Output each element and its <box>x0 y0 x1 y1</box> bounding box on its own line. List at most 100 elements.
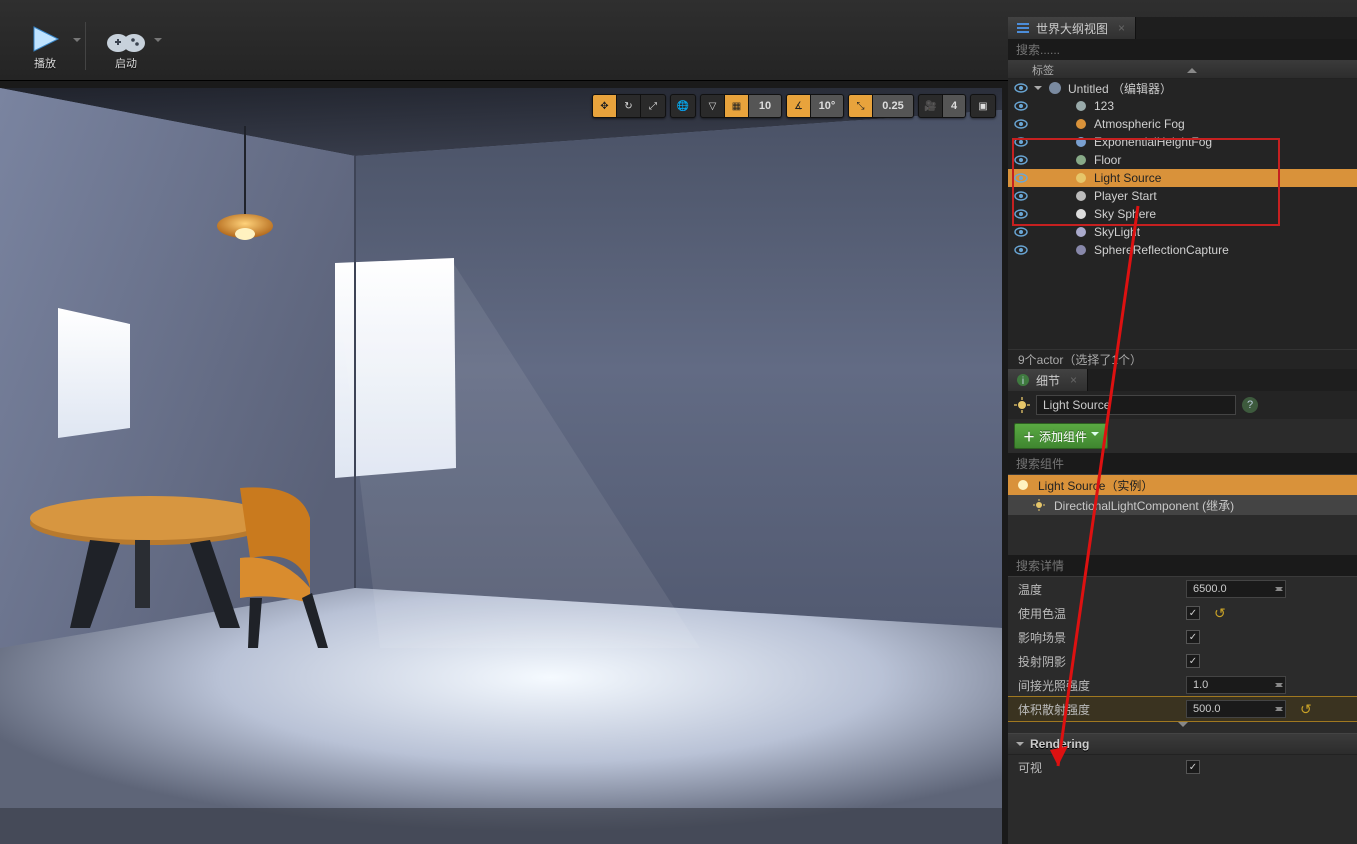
revert-icon[interactable]: ↺ <box>1214 605 1226 622</box>
outliner-root-row[interactable]: Untitled （编辑器） <box>1008 79 1357 97</box>
angle-snap-value[interactable]: 10° <box>811 95 843 117</box>
outliner-item[interactable]: Sky Sphere <box>1008 205 1357 223</box>
outliner-status: 9个actor（选择了1个） <box>1008 349 1357 369</box>
surface-snap-button[interactable]: ▽ <box>701 95 725 117</box>
component-search-input[interactable] <box>1008 453 1357 474</box>
actor-icon <box>1074 207 1088 221</box>
world-icon <box>1048 81 1062 95</box>
outliner-item[interactable]: Atmospheric Fog <box>1008 115 1357 133</box>
visibility-eye-icon[interactable] <box>1014 225 1028 239</box>
list-icon <box>1016 21 1030 35</box>
launch-button[interactable]: 启动 <box>96 16 156 80</box>
close-icon[interactable]: × <box>1070 373 1077 387</box>
prop-visible: 可视 <box>1008 755 1357 779</box>
checkbox[interactable] <box>1186 630 1200 644</box>
prop-label: 投射阴影 <box>1018 653 1178 670</box>
transform-move-button[interactable]: ✥ <box>593 95 617 117</box>
prop-label: 温度 <box>1018 581 1178 598</box>
outliner-tabbar: 世界大纲视图 × <box>1008 17 1357 39</box>
coord-space-button[interactable]: 🌐 <box>671 95 695 117</box>
visibility-eye-icon[interactable] <box>1014 243 1028 257</box>
prop-value-input[interactable]: 1.0 <box>1186 676 1286 694</box>
grid-snap-value[interactable]: 10 <box>749 95 781 117</box>
add-component-button[interactable]: ＋添加组件 <box>1014 423 1108 449</box>
prop-value-input[interactable]: 500.0 <box>1186 700 1286 718</box>
expand-more-icon[interactable] <box>1008 721 1357 733</box>
outliner-item[interactable]: 123 <box>1008 97 1357 115</box>
directional-light-icon <box>1032 498 1046 512</box>
category-rendering[interactable]: Rendering <box>1008 733 1357 755</box>
outliner-item[interactable]: SkyLight <box>1008 223 1357 241</box>
gamepad-icon <box>106 25 146 53</box>
visibility-eye-icon[interactable] <box>1014 207 1028 221</box>
camera-speed-value[interactable]: 4 <box>943 95 965 117</box>
visibility-eye-icon[interactable] <box>1014 117 1028 131</box>
help-icon[interactable]: ? <box>1242 397 1258 413</box>
actor-icon <box>1074 153 1088 167</box>
visibility-eye-icon[interactable] <box>1014 135 1028 149</box>
prop-volumetric-scatter-intensity: 体积散射强度 500.0 ↺ <box>1008 697 1357 721</box>
visibility-eye-icon[interactable] <box>1014 171 1028 185</box>
outliner-item[interactable]: SphereReflectionCapture <box>1008 241 1357 259</box>
scale-snap-value[interactable]: 0.25 <box>873 95 913 117</box>
prop-value-input[interactable]: 6500.0 <box>1186 580 1286 598</box>
checkbox[interactable] <box>1186 654 1200 668</box>
visibility-eye-icon[interactable] <box>1014 99 1028 113</box>
outliner-item[interactable]: Player Start <box>1008 187 1357 205</box>
visibility-eye-icon[interactable] <box>1014 153 1028 167</box>
outliner-item-label: Atmospheric Fog <box>1094 117 1185 131</box>
scale-snap-button[interactable]: ⤡ <box>849 95 873 117</box>
outliner-item-label: Light Source <box>1094 171 1161 185</box>
launch-dropdown-icon[interactable] <box>154 38 162 46</box>
play-button[interactable]: 播放 <box>15 16 75 80</box>
details-tabbar: i 细节 × <box>1008 369 1357 391</box>
details-tab[interactable]: i 细节 × <box>1008 369 1088 391</box>
transform-rotate-button[interactable]: ↻ <box>617 95 641 117</box>
component-instance-label: Light Source（实例） <box>1038 477 1153 494</box>
play-dropdown-icon[interactable] <box>73 38 81 46</box>
visibility-eye-icon[interactable] <box>1014 189 1028 203</box>
details-panel: i 细节 × ? ＋添加组件 Light Source（实例） Directio… <box>1008 369 1357 844</box>
transform-scale-button[interactable]: ⤢ <box>641 95 665 117</box>
prop-use-color-temp: 使用色温 ↺ <box>1008 601 1357 625</box>
checkbox[interactable] <box>1186 760 1200 774</box>
checkbox[interactable] <box>1186 606 1200 620</box>
camera-speed-icon[interactable]: 🎥 <box>919 95 943 117</box>
actor-icon <box>1074 225 1088 239</box>
outliner-item[interactable]: Light Source <box>1008 169 1357 187</box>
grid-snap-button[interactable]: ▦ <box>725 95 749 117</box>
level-viewport[interactable]: ✥ ↻ ⤢ 🌐 ▽ ▦ 10 ∡ 10° ⤡ 0.25 🎥 4 ▣ <box>0 88 1002 844</box>
outliner-header[interactable]: 标签 <box>1008 61 1357 79</box>
prop-affects-world: 影响场景 <box>1008 625 1357 649</box>
info-icon: i <box>1016 373 1030 387</box>
outliner-search[interactable] <box>1008 39 1357 61</box>
launch-label: 启动 <box>115 55 137 71</box>
visibility-eye-icon[interactable] <box>1014 81 1028 95</box>
expand-icon[interactable] <box>1034 86 1042 94</box>
actor-icon <box>1074 117 1088 131</box>
details-search-input[interactable] <box>1008 555 1357 576</box>
property-list: 温度 6500.0 使用色温 ↺ 影响场景 投射阴影 间接光照强度 1.0 体 <box>1008 577 1357 844</box>
outliner-item[interactable]: Floor <box>1008 151 1357 169</box>
outliner-search-input[interactable] <box>1008 39 1357 60</box>
revert-icon[interactable]: ↺ <box>1300 701 1312 718</box>
prop-temperature: 温度 6500.0 <box>1008 577 1357 601</box>
component-search[interactable] <box>1008 453 1357 475</box>
svg-text:i: i <box>1022 376 1024 387</box>
actor-icon <box>1074 243 1088 257</box>
actor-icon <box>1074 99 1088 113</box>
outliner-tab[interactable]: 世界大纲视图 × <box>1008 17 1136 39</box>
prop-label: 间接光照强度 <box>1018 677 1178 694</box>
outliner-tab-label: 世界大纲视图 <box>1036 20 1108 37</box>
details-search[interactable] <box>1008 555 1357 577</box>
close-icon[interactable]: × <box>1118 21 1125 35</box>
viewport-maximize-button[interactable]: ▣ <box>971 95 995 117</box>
object-name-input[interactable] <box>1036 395 1236 415</box>
sort-icon <box>1187 63 1197 73</box>
outliner-item[interactable]: ExponentialHeightFog <box>1008 133 1357 151</box>
component-instance-row[interactable]: Light Source（实例） <box>1008 475 1357 495</box>
outliner-status-text: 9个actor（选择了1个） <box>1018 351 1142 368</box>
component-child-row[interactable]: DirectionalLightComponent (继承) <box>1008 495 1357 515</box>
component-child-label: DirectionalLightComponent (继承) <box>1054 497 1234 514</box>
angle-snap-button[interactable]: ∡ <box>787 95 811 117</box>
